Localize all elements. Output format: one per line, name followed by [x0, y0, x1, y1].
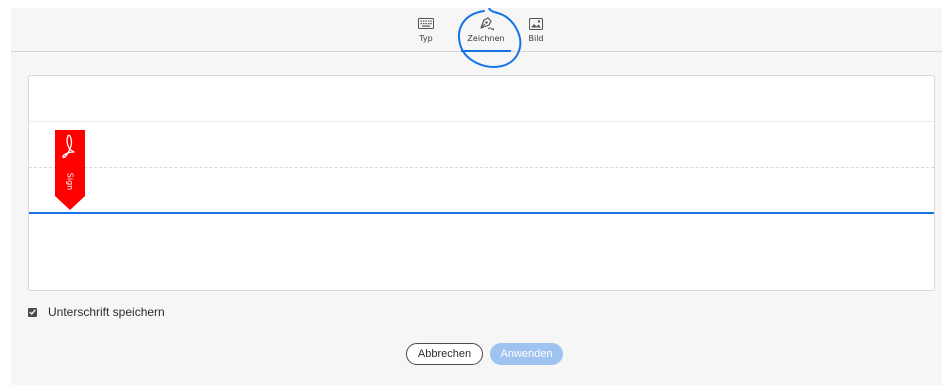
- sign-tag-text: Sign: [65, 172, 75, 191]
- active-tab-indicator: [461, 50, 511, 52]
- image-icon: [529, 17, 543, 30]
- guide-line-top: [29, 121, 934, 122]
- tab-bild[interactable]: Bild: [522, 8, 550, 51]
- signature-draw-area[interactable]: Sign: [28, 75, 935, 291]
- signature-dialog: Typ Zeichnen Bild Sign Unterschrift spei…: [11, 8, 942, 385]
- save-signature-checkbox[interactable]: [28, 307, 37, 317]
- pen-icon: [478, 16, 494, 30]
- keyboard-icon: [418, 17, 434, 30]
- signature-baseline: [29, 212, 934, 214]
- sign-here-tag: Sign: [55, 130, 85, 210]
- signature-mode-tabs: Typ Zeichnen Bild: [11, 8, 942, 68]
- tab-typ-label: Typ: [419, 34, 433, 43]
- save-signature-label: Unterschrift speichern: [48, 305, 165, 319]
- tab-zeichnen-label: Zeichnen: [467, 34, 505, 43]
- tab-zeichnen[interactable]: Zeichnen: [461, 8, 511, 52]
- checkmark-icon: [29, 309, 36, 315]
- apply-button[interactable]: Anwenden: [490, 343, 563, 365]
- save-signature-row[interactable]: Unterschrift speichern: [28, 305, 165, 319]
- cancel-button[interactable]: Abbrechen: [406, 343, 483, 365]
- guide-line-dashed: [29, 167, 934, 168]
- tab-bild-label: Bild: [528, 34, 544, 43]
- tab-typ[interactable]: Typ: [410, 8, 442, 51]
